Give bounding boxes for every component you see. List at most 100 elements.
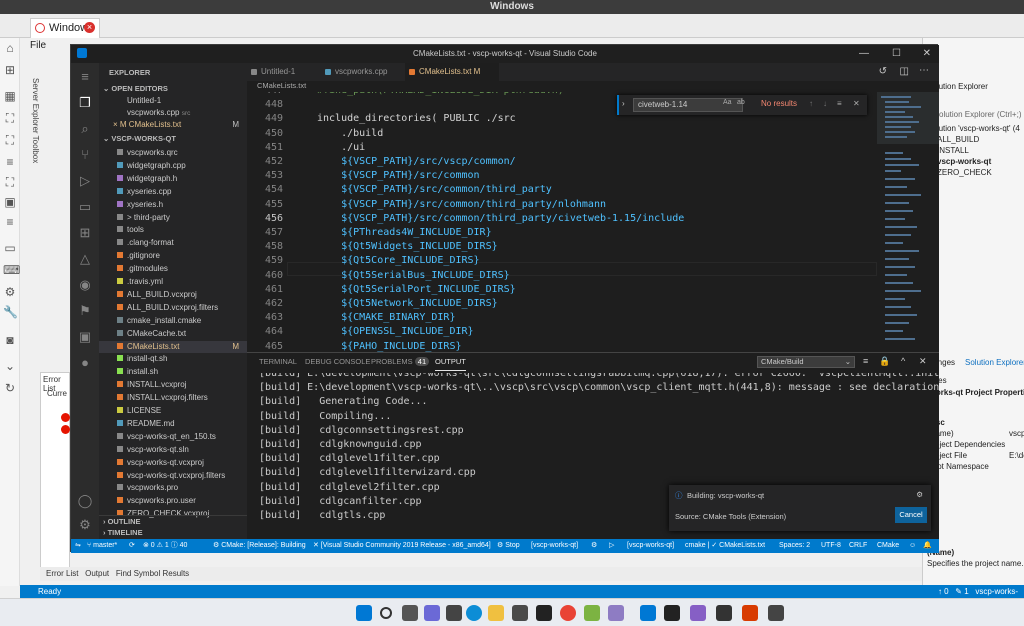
file-item[interactable]: widgetgraph.h [99,173,247,185]
tab-output[interactable]: OUTPUT [435,353,466,371]
file-item[interactable]: xyseries.cpp [99,186,247,198]
file-item[interactable]: vscp-works-qt.vcxproj.filters [99,470,247,482]
file-item[interactable]: tools [99,224,247,236]
account-icon[interactable]: ◯ [77,493,93,509]
output-channel-select[interactable]: CMake/Build ⌄ [757,356,855,368]
status-branch[interactable]: ⑂ master* [87,539,117,553]
chat-icon[interactable] [446,605,462,621]
file-item[interactable]: INSTALL.vcxproj [99,379,247,391]
file-item[interactable]: vscp-works-qt_en_150.ts [99,431,247,443]
keyboard-icon[interactable]: ⌨ [3,264,20,276]
breadcrumb[interactable]: CMakeLists.txt [247,81,939,92]
explorer-icon[interactable]: ❐ [77,95,93,111]
manage-gear-icon[interactable]: ⚙ [77,517,93,533]
cancel-button[interactable]: Cancel [895,507,927,523]
timeline-header[interactable]: › TIMELINE [99,527,247,539]
solution-root[interactable]: Solution 'vscp-works-qt' (4 [927,124,1020,135]
status-arrows[interactable]: ↑ 0 [938,587,949,596]
solution-item[interactable]: vscp-works-qt [937,157,991,168]
minimize-icon[interactable]: — [859,45,869,63]
expand-icon[interactable]: ⛶ [3,112,17,124]
host-tab-windows[interactable]: Windows × [30,18,100,38]
find-in-selection-icon[interactable]: ≡ [837,99,842,108]
bookmark-icon[interactable]: ⚑ [77,303,93,319]
settings-icon[interactable]: ⚙ [3,286,17,298]
status-kit[interactable]: ✕ [Visual Studio Community 2019 Release … [313,539,491,553]
file-item[interactable]: README.md [99,418,247,430]
chevron-right-icon[interactable]: › [622,99,625,108]
debug-icon[interactable]: ⚙ [591,539,597,553]
file-item[interactable]: install-qt.sh [99,353,247,365]
resize-icon[interactable]: ⛶ [3,176,17,188]
code-editor[interactable]: 447#find_path(PTHREAD_INCLUDE_DIR pthrea… [247,92,877,352]
error-list-current[interactable]: Curre [47,389,67,398]
file-item[interactable]: .gitmodules [99,263,247,275]
remote-icon[interactable]: ⇋ [75,539,81,553]
home-icon[interactable]: ⌂ [3,42,17,54]
minimap[interactable] [877,92,939,352]
maximize-panel-icon[interactable]: ^ [901,356,905,366]
gear-icon[interactable]: ⚙ [916,490,923,499]
run-debug-icon[interactable]: ▷ [77,173,93,189]
tab-cmakelists[interactable]: CMakeLists.txt M [405,63,499,81]
status-encoding[interactable]: UTF-8 [821,539,841,553]
file-item[interactable]: ALL_BUILD.vcxproj.filters [99,302,247,314]
source-control-icon[interactable]: ⑂ [77,147,93,163]
file-item[interactable]: CMakeLists.txt M [99,340,247,353]
screen-icon[interactable]: ▣ [3,196,17,208]
file-item[interactable]: CMakeCache.txt [99,328,247,340]
vscode-taskbar-icon[interactable] [640,605,656,621]
tab-vscpworks-cpp[interactable]: vscpworks.cpp [321,63,405,81]
file-item[interactable]: > third-party [99,212,247,224]
grid-icon[interactable]: ▦ [3,90,17,102]
start-icon[interactable] [356,605,372,621]
chrome-icon[interactable] [560,605,576,621]
solution-explorer-search[interactable]: h Solution Explorer (Ctrl+;) [927,110,1021,121]
app-icon[interactable] [608,605,624,621]
project-header[interactable]: ⌄ VSCP-WORKS-QT [99,133,247,145]
office-icon[interactable] [742,605,758,621]
status-cmake-file[interactable]: cmake | ✓ CMakeLists.txt [685,539,765,553]
status-cmake-build[interactable]: ⚙ CMake: [Release]: Building [213,539,306,553]
solution-item[interactable]: INSTALL [937,146,969,157]
task-view-icon[interactable] [402,605,418,621]
open-editor-item[interactable]: vscpworks.cpp src [99,107,247,119]
match-case-icon[interactable]: Aa [723,99,732,106]
store-icon[interactable] [512,605,528,621]
terminal-icon[interactable] [536,605,552,621]
maximize-icon[interactable]: ☐ [892,45,901,63]
prop-value[interactable]: E:\de [1009,451,1024,462]
github-icon[interactable]: ◉ [77,277,93,293]
solution-item[interactable]: ALL_BUILD [937,135,979,146]
close-find-icon[interactable]: ✕ [853,99,860,108]
whole-word-icon[interactable]: ab [737,99,745,106]
file-item[interactable]: widgetgraph.cpp [99,160,247,172]
host-file-menu[interactable]: File [30,40,70,54]
solution-item[interactable]: ZERO_CHECK [937,168,992,179]
open-editor-item-active[interactable]: × M CMakeLists.txt M [99,119,247,131]
split-editor-icon[interactable]: ◫ [900,66,909,77]
file-item[interactable]: .gitignore [99,250,247,262]
prop-value[interactable]: vscp [1009,429,1024,440]
file-item[interactable]: install.sh [99,366,247,378]
file-item[interactable]: .clang-format [99,237,247,249]
edge-icon[interactable] [466,605,482,621]
next-match-icon[interactable]: ↓ [823,99,827,108]
search-icon[interactable]: ⌕ [77,121,93,137]
menu-icon[interactable]: ≡ [3,216,17,228]
cmake-icon[interactable]: △ [77,251,93,267]
file-item[interactable]: vscpworks.pro.user [99,495,247,507]
more-actions-icon[interactable]: ⋯ [919,65,929,76]
run-icon[interactable]: ▷ [609,539,614,553]
output-tab[interactable]: Output [85,569,109,578]
remote-icon[interactable]: ▭ [77,199,93,215]
feedback-icon[interactable]: ☺ [909,539,916,553]
status-language[interactable]: CMake [877,539,899,553]
file-item[interactable]: INSTALL.vcxproj.filters [99,392,247,404]
app-icon[interactable] [584,605,600,621]
camera-icon[interactable]: ◙ [3,334,17,346]
file-item[interactable]: ALL_BUILD.vcxproj [99,289,247,301]
tab-untitled[interactable]: Untitled-1 [247,63,321,81]
status-target[interactable]: [vscp-works-qt] [531,539,578,553]
previous-match-icon[interactable]: ↑ [809,99,813,108]
